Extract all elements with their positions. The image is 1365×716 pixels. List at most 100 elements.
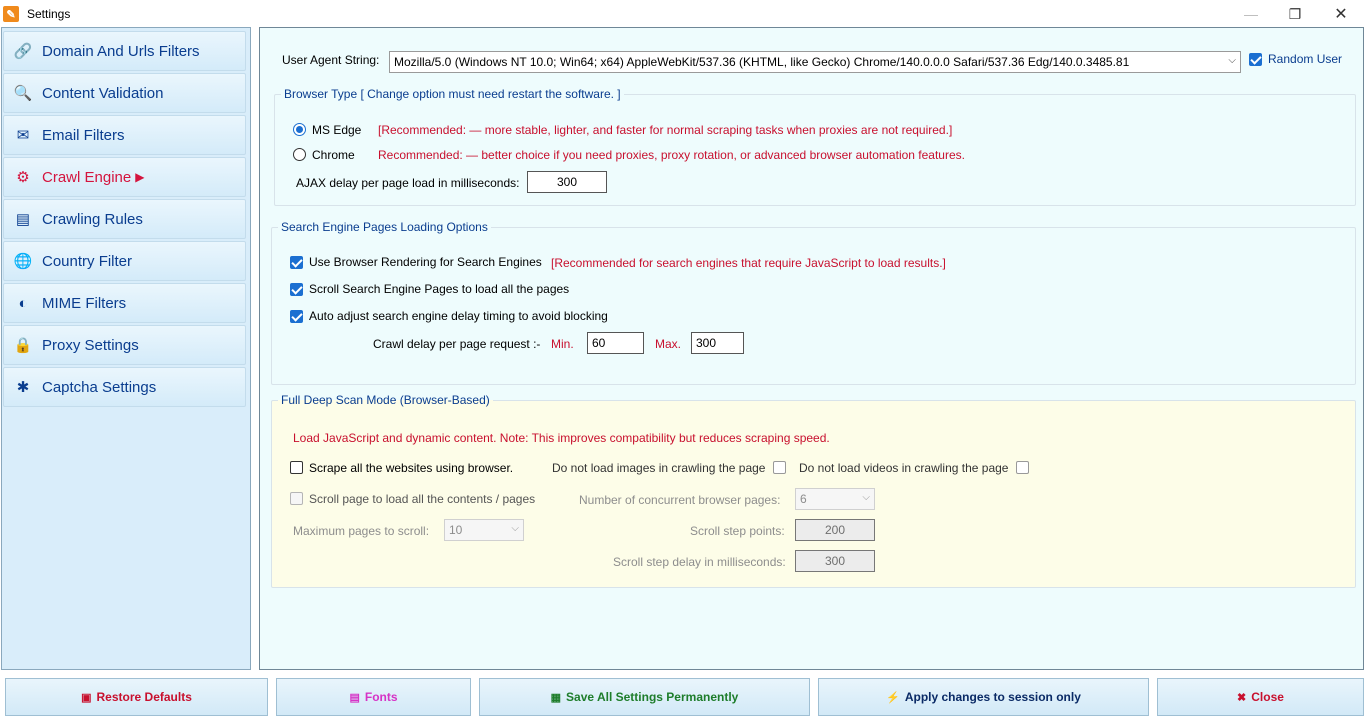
max-scroll-select[interactable]: 10 ⌵ xyxy=(444,519,524,541)
user-agent-value: Mozilla/5.0 (Windows NT 10.0; Win64; x64… xyxy=(394,55,1130,69)
link-icon: 🔗 xyxy=(13,43,33,60)
apply-session-label: Apply changes to session only xyxy=(904,690,1081,704)
step-points-input[interactable]: 200 xyxy=(795,519,875,541)
close-button[interactable]: ✖ Close xyxy=(1157,678,1364,716)
sidebar-item-label: Captcha Settings xyxy=(42,378,157,396)
globe-icon: 🌐 xyxy=(13,253,33,270)
concurrent-pages-label: Number of concurrent browser pages: xyxy=(579,493,781,507)
chevron-down-icon: ⌵ xyxy=(511,523,519,534)
sidebar-item-crawl-engine[interactable]: ⚙ Crawl Engine ▶ xyxy=(3,157,246,197)
sidebar-item-label: Crawling Rules xyxy=(42,210,143,228)
settings-wrench-icon: ✎ xyxy=(3,6,19,22)
deep-scan-note: Load JavaScript and dynamic content. Not… xyxy=(293,431,830,445)
restore-defaults-button[interactable]: ▣ Restore Defaults xyxy=(5,678,268,716)
auto-adjust-delay-checkbox[interactable] xyxy=(290,310,303,323)
step-delay-label: Scroll step delay in milliseconds: xyxy=(613,555,786,569)
minimize-button[interactable]: — xyxy=(1228,0,1274,28)
puzzle-icon: ✱ xyxy=(16,379,30,396)
maximize-button[interactable]: ❐ xyxy=(1272,0,1318,28)
fonts-label: Fonts xyxy=(364,690,398,704)
sidebar-item-label: Content Validation xyxy=(42,84,164,102)
sidebar-item-captcha-settings[interactable]: ✱ Captcha Settings xyxy=(3,367,246,407)
scroll-page-label: Scroll page to load all the contents / p… xyxy=(309,492,536,506)
magnifier-icon: 🔍 xyxy=(13,85,33,102)
crawl-delay-label: Crawl delay per page request :- xyxy=(373,337,541,351)
ms-edge-label: MS Edge xyxy=(312,123,362,137)
lock-icon: 🔒 xyxy=(13,337,33,354)
search-engine-title: Search Engine Pages Loading Options xyxy=(278,220,491,234)
scrape-all-browser-checkbox[interactable] xyxy=(290,461,303,474)
lightning-icon: ⚡ xyxy=(886,691,900,704)
restore-icon: ▣ xyxy=(81,691,92,704)
concurrent-pages-value: 6 xyxy=(800,492,807,506)
fonts-button[interactable]: ▤ Fonts xyxy=(276,678,471,716)
save-all-settings-button[interactable]: ▦ Save All Settings Permanently xyxy=(479,678,810,716)
sidebar-item-label: MIME Filters xyxy=(42,294,127,312)
no-videos-checkbox[interactable] xyxy=(1016,461,1029,474)
step-points-label: Scroll step points: xyxy=(690,524,785,538)
scrape-all-browser-label: Scrape all the websites using browser. xyxy=(309,461,514,475)
shield-icon: ◐ xyxy=(18,294,28,312)
save-all-settings-label: Save All Settings Permanently xyxy=(566,690,739,704)
apply-session-button[interactable]: ⚡ Apply changes to session only xyxy=(818,678,1149,716)
fonts-icon: ▤ xyxy=(349,691,360,704)
no-videos-label: Do not load videos in crawling the page xyxy=(799,461,1009,475)
chevron-down-icon: ⌵ xyxy=(862,492,870,503)
random-user-checkbox[interactable] xyxy=(1249,53,1262,66)
no-images-label: Do not load images in crawling the page xyxy=(552,461,766,475)
window-title: Settings xyxy=(27,7,71,21)
user-agent-label: User Agent String: xyxy=(282,53,380,67)
sidebar-item-domain-urls-filters[interactable]: 🔗 Domain And Urls Filters xyxy=(3,31,246,71)
step-delay-input[interactable]: 300 xyxy=(795,550,875,572)
chrome-label: Chrome xyxy=(312,148,355,162)
scroll-search-pages-checkbox[interactable] xyxy=(290,283,303,296)
auto-adjust-delay-label: Auto adjust search engine delay timing t… xyxy=(309,309,608,323)
sidebar-item-label: Email Filters xyxy=(42,126,125,144)
min-label: Min. xyxy=(551,337,574,351)
chevron-down-icon: ⌵ xyxy=(1228,55,1236,66)
use-browser-rendering-label: Use Browser Rendering for Search Engines xyxy=(309,255,542,269)
gear-engine-icon: ⚙ xyxy=(16,169,30,186)
user-agent-select[interactable]: Mozilla/5.0 (Windows NT 10.0; Win64; x64… xyxy=(389,51,1241,73)
chrome-note: Recommended: — better choice if you need… xyxy=(378,148,965,162)
deep-scan-title: Full Deep Scan Mode (Browser-Based) xyxy=(278,393,493,407)
ms-edge-note: [Recommended: — more stable, lighter, an… xyxy=(378,123,953,137)
title-bar: ✎ Settings — ❐ ✕ xyxy=(0,0,1365,28)
ms-edge-radio[interactable] xyxy=(293,123,306,136)
concurrent-pages-select[interactable]: 6 ⌵ xyxy=(795,488,875,510)
ajax-delay-input[interactable]: 300 xyxy=(527,171,607,193)
sidebar-item-content-validation[interactable]: 🔍 Content Validation xyxy=(3,73,246,113)
crawl-delay-min-input[interactable]: 60 xyxy=(587,332,644,354)
search-engine-group: Search Engine Pages Loading Options xyxy=(271,220,1356,385)
close-label: Close xyxy=(1251,690,1284,704)
max-label: Max. xyxy=(655,337,682,351)
sidebar-item-label: Crawl Engine xyxy=(42,168,132,186)
random-user-label: Random User xyxy=(1268,52,1343,66)
scroll-page-checkbox[interactable] xyxy=(290,492,303,505)
sidebar-item-label: Country Filter xyxy=(42,252,133,270)
chrome-radio[interactable] xyxy=(293,148,306,161)
use-browser-rendering-note: [Recommended for search engines that req… xyxy=(551,256,946,270)
sidebar-item-label: Domain And Urls Filters xyxy=(42,42,200,60)
sidebar-item-proxy-settings[interactable]: 🔒 Proxy Settings xyxy=(3,325,246,365)
sidebar-item-crawling-rules[interactable]: ▤ Crawling Rules xyxy=(3,199,246,239)
browser-type-title: Browser Type [ Change option must need r… xyxy=(281,87,624,101)
save-icon: ▦ xyxy=(550,691,562,704)
sidebar-item-label: Proxy Settings xyxy=(42,336,139,354)
close-x-icon: ✖ xyxy=(1237,691,1247,704)
crawl-delay-max-input[interactable]: 300 xyxy=(691,332,744,354)
active-arrow-icon: ▶ xyxy=(135,170,145,184)
max-scroll-value: 10 xyxy=(449,523,463,537)
email-card-icon: ✉ xyxy=(16,127,30,144)
restore-defaults-label: Restore Defaults xyxy=(96,690,192,704)
max-scroll-label: Maximum pages to scroll: xyxy=(293,524,430,538)
use-browser-rendering-checkbox[interactable] xyxy=(290,256,303,269)
sidebar-item-email-filters[interactable]: ✉ Email Filters xyxy=(3,115,246,155)
sidebar-item-country-filter[interactable]: 🌐 Country Filter xyxy=(3,241,246,281)
ajax-delay-label: AJAX delay per page load in milliseconds… xyxy=(296,176,520,190)
scroll-search-pages-label: Scroll Search Engine Pages to load all t… xyxy=(309,282,570,296)
rules-card-icon: ▤ xyxy=(15,211,31,228)
close-window-button[interactable]: ✕ xyxy=(1318,0,1364,28)
sidebar-item-mime-filters[interactable]: ◐ MIME Filters xyxy=(3,283,246,323)
no-images-checkbox[interactable] xyxy=(773,461,786,474)
